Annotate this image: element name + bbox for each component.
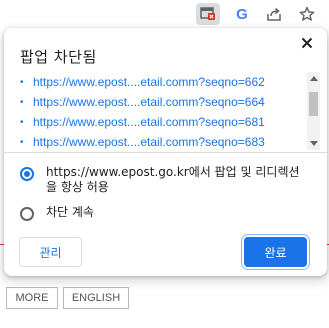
close-icon	[301, 37, 313, 49]
popup-blocked-icon[interactable]	[196, 3, 220, 25]
close-button[interactable]	[297, 33, 317, 53]
dialog-title: 팝업 차단됨	[20, 48, 97, 66]
star-icon[interactable]	[295, 3, 319, 25]
option-always-allow[interactable]: https://www.epost.go.kr에서 팝업 및 리디렉션을 항상 …	[20, 165, 301, 195]
blocked-url-link[interactable]: https://www.epost....etail.comm?seqno=68…	[33, 135, 265, 149]
bullet: •	[20, 116, 24, 128]
google-letter: G	[236, 5, 248, 23]
popup-blocked-dialog: 팝업 차단됨 • https://www.epost....etail.comm…	[4, 28, 327, 276]
option-continue-blocking-label: 차단 계속	[46, 205, 94, 219]
share-icon[interactable]	[262, 3, 286, 25]
option-always-allow-label: https://www.epost.go.kr에서 팝업 및 리디렉션을 항상 …	[46, 165, 300, 194]
bullet: •	[20, 96, 24, 108]
option-continue-blocking[interactable]: 차단 계속	[20, 205, 301, 221]
scroll-up-icon[interactable]	[310, 76, 318, 81]
blocked-url-item[interactable]: • https://www.epost....etail.comm?seqno=…	[20, 113, 305, 131]
url-list-scrollbar[interactable]	[307, 72, 320, 150]
radio-continue-blocking[interactable]	[20, 207, 34, 221]
blocked-url-item[interactable]: • https://www.epost....etail.comm?seqno=…	[20, 73, 305, 91]
dialog-divider	[4, 152, 327, 153]
english-button[interactable]: ENGLISH	[63, 287, 129, 309]
blocked-url-link[interactable]: https://www.epost....etail.comm?seqno=66…	[33, 75, 265, 89]
manage-button[interactable]: 관리	[19, 237, 82, 267]
bullet: •	[20, 76, 24, 88]
browser-toolbar: G	[0, 0, 329, 28]
scroll-down-icon[interactable]	[310, 141, 318, 146]
more-button[interactable]: MORE	[6, 287, 58, 309]
scroll-thumb[interactable]	[309, 92, 318, 116]
bullet: •	[20, 136, 24, 148]
blocked-url-link[interactable]: https://www.epost....etail.comm?seqno=68…	[33, 115, 265, 129]
blocked-url-link[interactable]: https://www.epost....etail.comm?seqno=66…	[33, 95, 265, 109]
google-icon[interactable]: G	[230, 3, 254, 25]
blocked-url-item[interactable]: • https://www.epost....etail.comm?seqno=…	[20, 133, 305, 150]
blocked-url-item[interactable]: • https://www.epost....etail.comm?seqno=…	[20, 93, 305, 111]
blocked-url-list: • https://www.epost....etail.comm?seqno=…	[20, 72, 322, 150]
done-button[interactable]: 완료	[244, 237, 307, 267]
radio-always-allow[interactable]	[20, 167, 34, 181]
